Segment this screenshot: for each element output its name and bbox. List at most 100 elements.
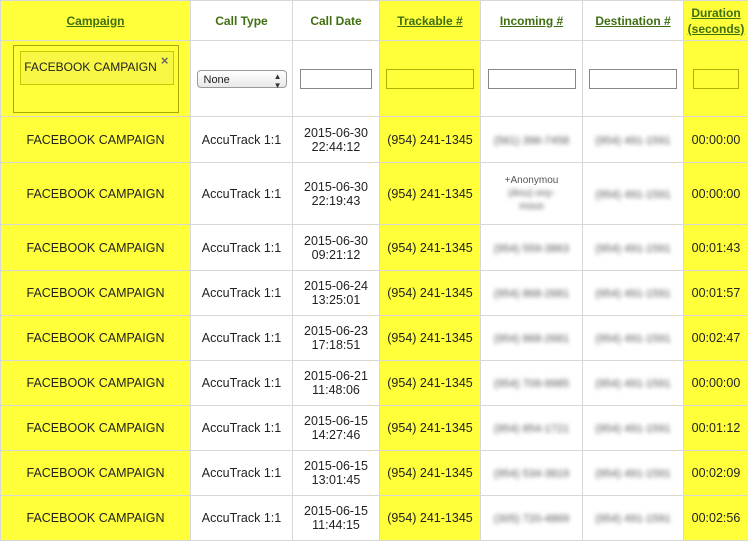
cell-destination: (954) 491-1591 [583, 117, 684, 163]
cell-call-type: AccuTrack 1:1 [191, 496, 293, 541]
incoming-number: (954) 854-1721 [494, 423, 569, 435]
cell-campaign: FACEBOOK CAMPAIGN [1, 271, 191, 316]
header-incoming[interactable]: Incoming # [481, 1, 583, 41]
table-row[interactable]: FACEBOOK CAMPAIGNAccuTrack 1:12015-06-15… [1, 496, 748, 541]
table-row[interactable]: FACEBOOK CAMPAIGNAccuTrack 1:12015-06-23… [1, 316, 748, 361]
cell-destination: (954) 491-1591 [583, 451, 684, 496]
sort-incoming-link[interactable]: Incoming # [500, 14, 563, 28]
cell-duration: 00:02:47 [684, 316, 748, 361]
header-row: Campaign Call Type Call Date Trackable #… [1, 1, 748, 41]
cell-campaign: FACEBOOK CAMPAIGN [1, 361, 191, 406]
cell-trackable: (954) 241-1345 [380, 271, 481, 316]
sort-duration-link[interactable]: Duration(seconds) [688, 6, 745, 36]
sort-campaign-link[interactable]: Campaign [66, 14, 124, 28]
cell-duration: 00:02:09 [684, 451, 748, 496]
table-row[interactable]: FACEBOOK CAMPAIGNAccuTrack 1:12015-06-15… [1, 451, 748, 496]
cell-call-type: AccuTrack 1:1 [191, 225, 293, 271]
cell-call-date: 2015-06-3022:19:43 [293, 163, 380, 225]
cell-call-type: AccuTrack 1:1 [191, 361, 293, 406]
destination-number: (954) 491-1591 [595, 288, 670, 300]
cell-destination: (954) 491-1591 [583, 225, 684, 271]
cell-incoming: (561) 396-7458 [481, 117, 583, 163]
campaign-filter-box[interactable]: FACEBOOK CAMPAIGN × [13, 45, 179, 113]
call-type-select[interactable]: None ▲▼ [197, 70, 287, 88]
table-row[interactable]: FACEBOOK CAMPAIGNAccuTrack 1:12015-06-21… [1, 361, 748, 406]
destination-input[interactable] [589, 69, 677, 89]
cell-destination: (954) 491-1591 [583, 163, 684, 225]
cell-trackable: (954) 241-1345 [380, 361, 481, 406]
cell-campaign: FACEBOOK CAMPAIGN [1, 117, 191, 163]
filter-incoming-cell [481, 41, 583, 117]
cell-trackable: (954) 241-1345 [380, 163, 481, 225]
cell-call-type: AccuTrack 1:1 [191, 451, 293, 496]
cell-incoming: (954) 534-3819 [481, 451, 583, 496]
cell-duration: 00:00:00 [684, 163, 748, 225]
incoming-input[interactable] [488, 69, 576, 89]
cell-incoming: (954) 868-2681 [481, 271, 583, 316]
call-date-input[interactable] [300, 69, 372, 89]
filter-call-type-cell: None ▲▼ [191, 41, 293, 117]
cell-call-date: 2015-06-1511:44:15 [293, 496, 380, 541]
filter-campaign-cell: FACEBOOK CAMPAIGN × [1, 41, 191, 117]
header-call-type: Call Type [191, 1, 293, 41]
table-row[interactable]: FACEBOOK CAMPAIGNAccuTrack 1:12015-06-30… [1, 117, 748, 163]
sort-destination-link[interactable]: Destination # [595, 14, 670, 28]
header-campaign[interactable]: Campaign [1, 1, 191, 41]
cell-campaign: FACEBOOK CAMPAIGN [1, 496, 191, 541]
header-duration[interactable]: Duration(seconds) [684, 1, 748, 41]
filter-trackable-cell [380, 41, 481, 117]
cell-incoming: (954) 868-2681 [481, 316, 583, 361]
duration-input[interactable] [693, 69, 739, 89]
destination-number: (954) 491-1591 [595, 423, 670, 435]
cell-destination: (954) 491-1591 [583, 406, 684, 451]
cell-destination: (954) 491-1591 [583, 496, 684, 541]
header-call-date: Call Date [293, 1, 380, 41]
cell-incoming: (954) 559-3863 [481, 225, 583, 271]
header-trackable[interactable]: Trackable # [380, 1, 481, 41]
destination-number: (954) 491-1591 [595, 243, 670, 255]
select-arrows-icon: ▲▼ [274, 71, 282, 90]
cell-destination: (954) 491-1591 [583, 271, 684, 316]
cell-call-type: AccuTrack 1:1 [191, 316, 293, 361]
cell-call-date: 2015-06-3022:44:12 [293, 117, 380, 163]
incoming-number: (305) 720-4869 [494, 513, 569, 525]
destination-number: (954) 491-1591 [595, 468, 670, 480]
cell-duration: 00:00:00 [684, 361, 748, 406]
table-row[interactable]: FACEBOOK CAMPAIGNAccuTrack 1:12015-06-15… [1, 406, 748, 451]
cell-call-date: 2015-06-2317:18:51 [293, 316, 380, 361]
header-destination[interactable]: Destination # [583, 1, 684, 41]
cell-trackable: (954) 241-1345 [380, 406, 481, 451]
incoming-number: (954) 868-2681 [494, 288, 569, 300]
filter-row: FACEBOOK CAMPAIGN × None ▲▼ [1, 41, 748, 117]
cell-trackable: (954) 241-1345 [380, 451, 481, 496]
filter-duration-cell [684, 41, 748, 117]
close-icon[interactable]: × [161, 54, 169, 67]
cell-trackable: (954) 241-1345 [380, 117, 481, 163]
cell-duration: 00:01:12 [684, 406, 748, 451]
cell-destination: (954) 491-1591 [583, 316, 684, 361]
cell-campaign: FACEBOOK CAMPAIGN [1, 225, 191, 271]
campaign-chip[interactable]: FACEBOOK CAMPAIGN × [20, 51, 174, 85]
destination-number: (954) 491-1591 [595, 333, 670, 345]
destination-number: (954) 491-1591 [595, 378, 670, 390]
table-row[interactable]: FACEBOOK CAMPAIGNAccuTrack 1:12015-06-30… [1, 163, 748, 225]
cell-incoming: (954) 854-1721 [481, 406, 583, 451]
sort-trackable-link[interactable]: Trackable # [397, 14, 462, 28]
cell-call-date: 2015-06-3009:21:12 [293, 225, 380, 271]
cell-call-date: 2015-06-1514:27:46 [293, 406, 380, 451]
table-body: FACEBOOK CAMPAIGNAccuTrack 1:12015-06-30… [1, 117, 748, 541]
cell-call-type: AccuTrack 1:1 [191, 271, 293, 316]
cell-trackable: (954) 241-1345 [380, 225, 481, 271]
cell-campaign: FACEBOOK CAMPAIGN [1, 316, 191, 361]
calls-table: Campaign Call Type Call Date Trackable #… [0, 0, 748, 541]
incoming-number: (954) 559-3863 [494, 243, 569, 255]
incoming-number: (954) 534-3819 [494, 468, 569, 480]
table-row[interactable]: FACEBOOK CAMPAIGNAccuTrack 1:12015-06-30… [1, 225, 748, 271]
table-row[interactable]: FACEBOOK CAMPAIGNAccuTrack 1:12015-06-24… [1, 271, 748, 316]
destination-number: (954) 491-1591 [595, 513, 670, 525]
destination-number: (954) 491-1591 [595, 189, 670, 201]
cell-call-type: AccuTrack 1:1 [191, 117, 293, 163]
trackable-input[interactable] [386, 69, 474, 89]
cell-call-type: AccuTrack 1:1 [191, 163, 293, 225]
filter-destination-cell [583, 41, 684, 117]
